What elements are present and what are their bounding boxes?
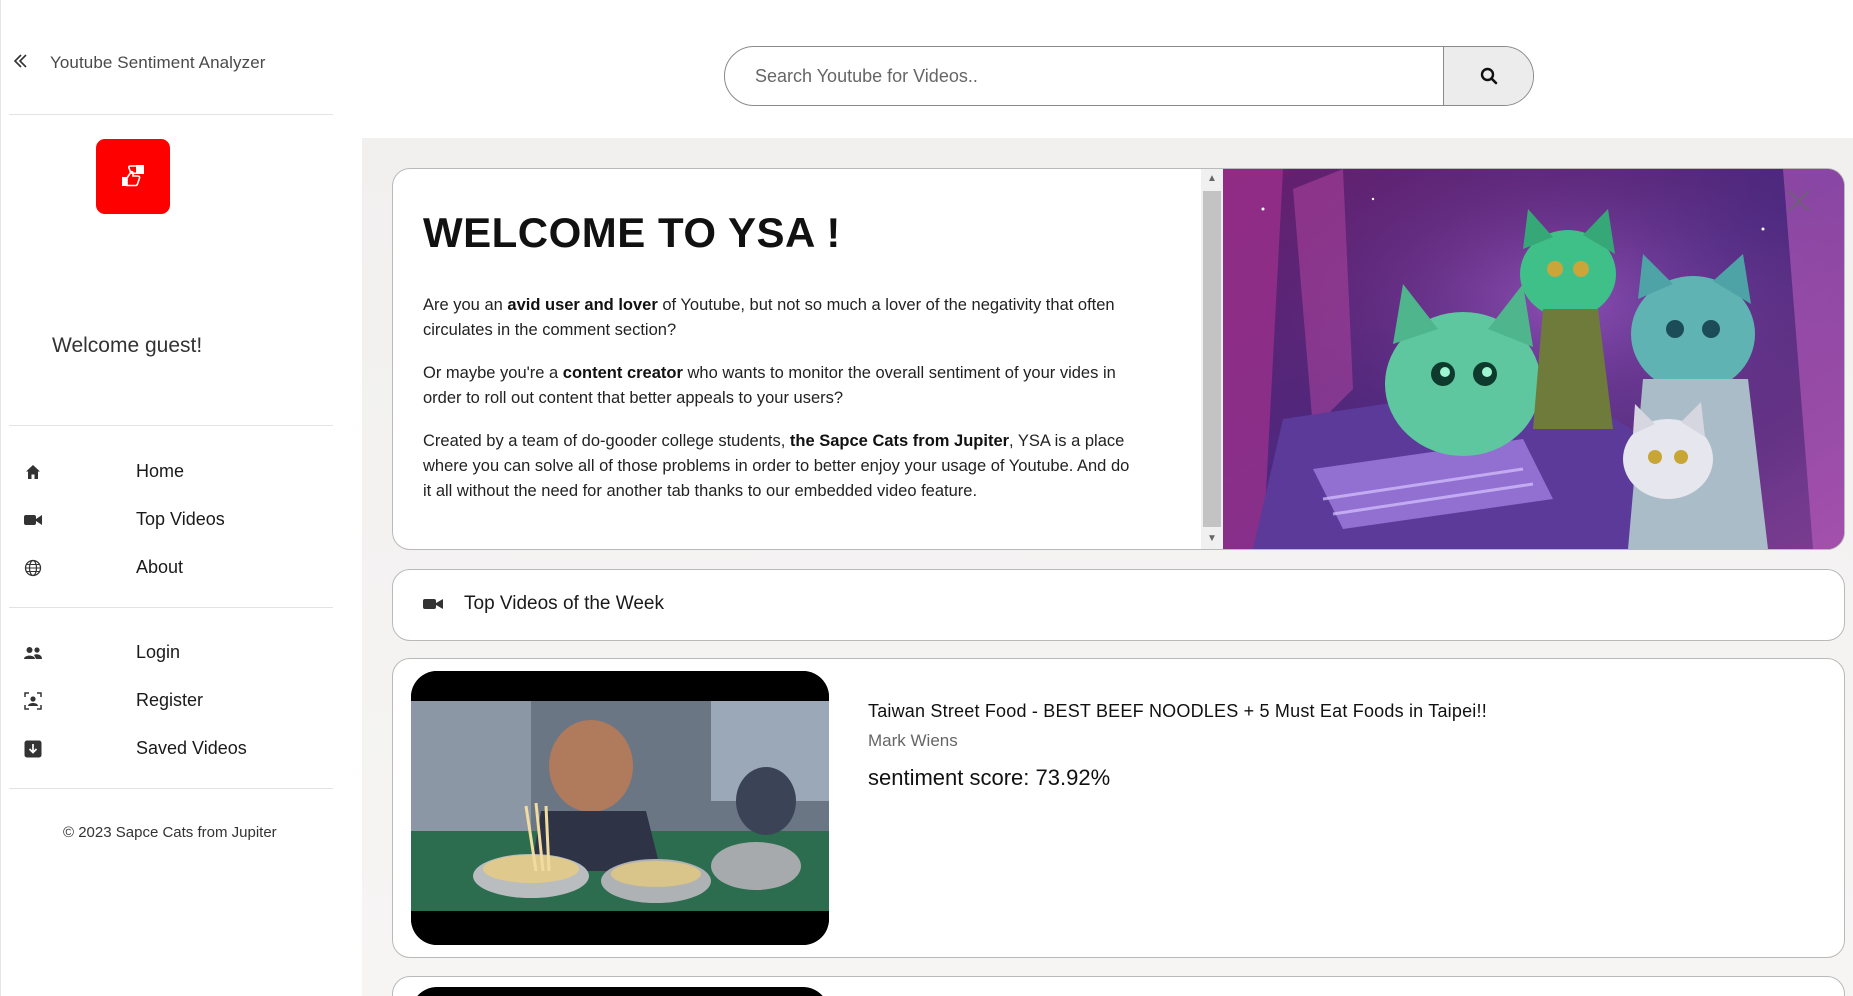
divider <box>9 788 333 789</box>
nav-label: Top Videos <box>136 509 225 529</box>
sidebar: Youtube Sentiment Analyzer Welcome guest… <box>0 0 340 996</box>
video-channel: Mark Wiens <box>868 731 958 750</box>
space-cats-hero-image <box>1223 169 1844 549</box>
users-icon <box>23 643 43 663</box>
copyright-text: © 2023 Sapce Cats from Jupiter <box>63 824 277 841</box>
nav-label: Login <box>136 642 181 662</box>
scroll-down-arrow-icon[interactable]: ▼ <box>1201 529 1223 549</box>
welcome-card: WELCOME TO YSA ! Are you an avid user an… <box>392 168 1845 550</box>
space-cats-illustration <box>1223 169 1844 549</box>
divider <box>9 114 333 115</box>
nav-item-top-videos[interactable]: Top Videos <box>1 502 341 538</box>
main-content: WELCOME TO YSA ! Are you an avid user an… <box>362 138 1853 996</box>
thumbs-up-down-icon <box>122 164 144 186</box>
welcome-title: WELCOME TO YSA ! <box>423 209 841 256</box>
video-thumbnail-image <box>411 671 829 945</box>
welcome-paragraph-1: Are you an avid user and lover of Youtub… <box>423 296 1115 339</box>
search-input[interactable] <box>725 47 1440 105</box>
nav-label: About <box>136 557 184 577</box>
nav-item-home[interactable]: Home <box>1 454 341 490</box>
top-videos-label: Top Videos of the Week <box>464 593 664 614</box>
text-scrollbar[interactable]: ▲ ▼ <box>1201 169 1223 549</box>
globe-icon <box>23 558 43 578</box>
divider <box>9 425 333 426</box>
collapse-sidebar-icon[interactable] <box>10 50 32 72</box>
nav-label: Home <box>136 461 185 481</box>
nav-label: Saved Videos <box>136 738 247 758</box>
close-icon[interactable] <box>1775 177 1823 225</box>
search-icon <box>1480 67 1497 85</box>
search-button[interactable] <box>1443 47 1533 105</box>
top-header <box>340 0 1853 138</box>
nav-label: Register <box>136 690 204 710</box>
nav-item-register[interactable]: Register <box>1 683 341 719</box>
video-camera-icon <box>423 596 445 616</box>
nav-item-about[interactable]: About <box>1 550 341 586</box>
top-videos-header[interactable]: Top Videos of the Week <box>392 569 1845 641</box>
welcome-text-panel: WELCOME TO YSA ! Are you an avid user an… <box>393 169 1168 549</box>
nav-item-login[interactable]: Login <box>1 635 341 671</box>
welcome-paragraph-2: Or maybe you're a content creator who wa… <box>423 364 1116 407</box>
home-icon <box>23 462 43 482</box>
welcome-paragraph-3: Created by a team of do-gooder college s… <box>423 432 1130 500</box>
video-card <box>392 976 1845 996</box>
welcome-message: Welcome guest! <box>52 334 203 357</box>
sidebar-header: Youtube Sentiment Analyzer <box>1 44 341 84</box>
id-badge-icon <box>23 691 43 711</box>
scroll-up-arrow-icon[interactable]: ▲ <box>1201 169 1223 189</box>
video-card: Taiwan Street Food - BEST BEEF NOODLES +… <box>392 658 1845 958</box>
app-logo <box>96 139 170 214</box>
scroll-thumb[interactable] <box>1203 191 1221 527</box>
search-bar <box>724 46 1534 106</box>
nav-item-saved-videos[interactable]: Saved Videos <box>1 731 341 767</box>
video-title[interactable]: Taiwan Street Food - BEST BEEF NOODLES +… <box>868 701 1487 722</box>
video-camera-icon <box>23 510 43 530</box>
video-thumbnail[interactable] <box>411 671 829 945</box>
sentiment-score: sentiment score: 73.92% <box>868 765 1111 790</box>
divider <box>9 607 333 608</box>
app-title: Youtube Sentiment Analyzer <box>50 53 266 72</box>
download-icon <box>23 739 43 759</box>
video-thumbnail[interactable] <box>411 987 829 996</box>
